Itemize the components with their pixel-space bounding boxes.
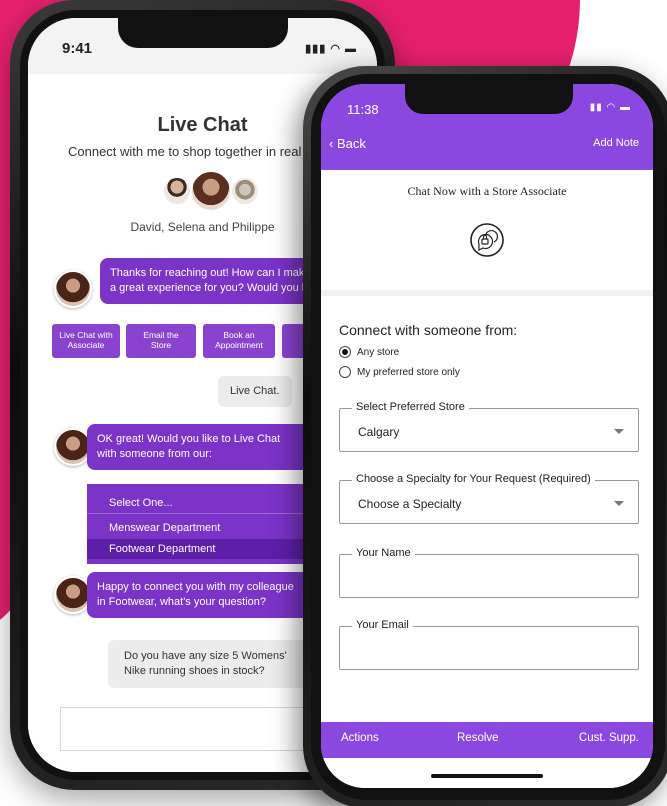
quick-reply-email-store[interactable]: Email the Store [126,324,196,358]
field-label: Your Name [352,547,415,559]
status-time: 9:41 [62,40,93,57]
phone-notch [405,84,573,114]
app-header: 11:38 ▮▮ ◠ ▬ ‹ Back Add Note [321,84,653,170]
field-value: Calgary [358,425,400,439]
dropdown-caret-icon [614,501,624,506]
field-label: Your Email [352,619,413,631]
quick-reply-label: Email the [143,330,179,340]
home-indicator[interactable] [431,774,543,778]
message-line: Do you have any size 5 Womens' [124,650,287,662]
option-footwear[interactable]: Footwear Department [87,539,337,559]
user-message-bubble: Live Chat. [218,376,292,407]
field-label: Select Preferred Store [352,401,469,413]
chevron-left-icon: ‹ [329,136,334,151]
field-label: Choose a Specialty for Your Request (Req… [352,473,595,485]
message-line: Happy to connect you with my colleague [97,581,294,593]
avatar [230,176,260,206]
option-menswear[interactable]: Menswear Department [87,517,337,539]
action-bar: Actions Resolve Cust. Supp. [321,722,653,758]
preferred-store-select[interactable]: Select Preferred Store Calgary [339,401,639,452]
quick-reply-label: Associate [67,340,105,350]
quick-reply-live-chat[interactable]: Live Chat with Associate [52,324,120,358]
connect-label: Connect with someone from: [339,322,518,338]
front-phone: 11:38 ▮▮ ◠ ▬ ‹ Back Add Note Chat Now wi… [303,66,667,806]
radio-any-store[interactable]: Any store [339,346,399,358]
actions-button[interactable]: Actions [341,732,379,744]
associate-avatars [152,170,272,214]
dropdown-caret-icon [614,429,624,434]
radio-label: My preferred store only [357,366,460,378]
email-field[interactable]: Your Email [339,619,639,670]
back-button[interactable]: ‹ Back [329,136,366,151]
avatar [190,170,232,212]
quick-reply-label: Book an [223,330,255,340]
message-line: Nike running shoes in stock? [124,665,265,677]
avatar [54,270,92,308]
add-note-button[interactable]: Add Note [593,137,639,149]
resolve-button[interactable]: Resolve [457,732,499,744]
name-field[interactable]: Your Name [339,547,639,598]
radio-selected-icon[interactable] [339,346,351,358]
user-message-bubble: Do you have any size 5 Womens' Nike runn… [108,640,318,688]
marketing-stage: 9:41 ▮▮▮ ◠ ▬ Live Chat Connect with me t… [0,0,667,806]
field-value: Choose a Specialty [358,497,462,511]
quick-reply-label: Live Chat with [59,330,113,340]
quick-reply-label: Store [150,340,172,350]
message-line: in Footwear, what's your question? [97,596,267,608]
signal-wifi-battery-icon: ▮▮ ◠ ▬ [589,102,631,113]
quick-reply-book-appointment[interactable]: Book an Appointment [203,324,275,358]
phone-notch [118,18,288,48]
avatar [162,176,192,206]
chat-intro-panel: Chat Now with a Store Associate [321,170,653,296]
message-line: with someone from our: [97,448,212,460]
home-indicator-area [321,758,653,788]
quick-reply-label: Appointment [215,340,263,350]
signal-wifi-battery-icon: ▮▮▮ ◠ ▬ [305,43,357,55]
radio-label: Any store [357,346,400,358]
status-time: 11:38 [347,102,379,117]
specialty-select[interactable]: Choose a Specialty for Your Request (Req… [339,473,639,524]
message-text: Live Chat. [230,385,280,397]
chat-title: Chat Now with a Store Associate [407,184,567,198]
secure-chat-icon [470,223,504,257]
message-line: OK great! Would you like to Live Chat [97,433,281,445]
request-form: Connect with someone from: Any store My … [321,302,653,722]
radio-unselected-icon[interactable] [339,366,351,378]
department-select[interactable]: Select One... Menswear Department Footwe… [87,484,337,564]
status-bar: 9:41 ▮▮▮ ◠ ▬ [28,18,377,74]
front-phone-screen: 11:38 ▮▮ ◠ ▬ ‹ Back Add Note Chat Now wi… [321,84,653,788]
radio-preferred-store[interactable]: My preferred store only [339,366,460,378]
select-placeholder[interactable]: Select One... [87,492,337,514]
back-label: Back [336,136,366,151]
customer-support-button[interactable]: Cust. Supp. [579,732,639,744]
